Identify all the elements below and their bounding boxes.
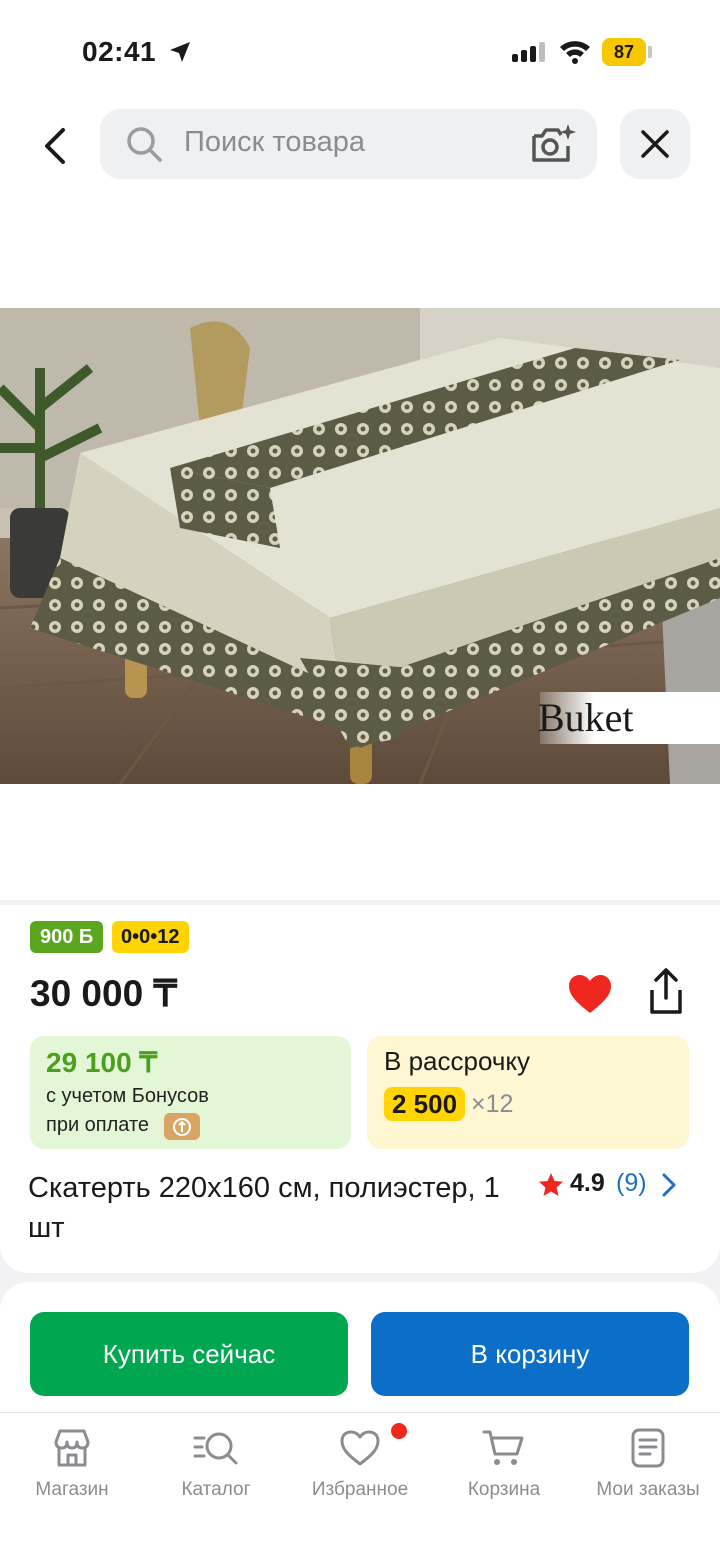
heart-outline-icon <box>340 1430 380 1466</box>
favorite-heart-icon[interactable] <box>566 970 614 1018</box>
rating-value: 4.9 <box>570 1169 605 1197</box>
bonus-note-line1: с учетом Бонусов <box>46 1085 209 1107</box>
tab-store-label: Магазин <box>35 1479 109 1500</box>
close-button[interactable] <box>620 109 690 179</box>
bonus-price: 29 100 ₸ <box>46 1047 158 1078</box>
battery-tip <box>648 46 652 58</box>
battery-indicator: 87 <box>602 38 646 66</box>
chevron-right-icon[interactable] <box>660 1172 678 1198</box>
orders-icon <box>631 1428 665 1468</box>
tab-catalog[interactable]: Каталог <box>144 1424 288 1514</box>
status-time: 02:41 <box>82 36 157 67</box>
tab-store[interactable]: Магазин <box>0 1424 144 1514</box>
tabbar-divider <box>0 1412 720 1413</box>
store-icon <box>54 1429 90 1467</box>
wifi-icon <box>560 41 590 64</box>
tab-catalog-label: Каталог <box>181 1479 251 1500</box>
cart-icon <box>482 1430 524 1465</box>
tab-orders-label: Мои заказы <box>596 1479 700 1500</box>
camera-search-icon[interactable] <box>528 122 576 166</box>
reviews-count[interactable]: (9) <box>616 1169 647 1198</box>
close-icon <box>641 130 669 158</box>
product-title: Скатерть 220x160 см, полиэстер, 1 шт <box>28 1172 500 1244</box>
buy-now-button[interactable]: Купить сейчас <box>30 1312 348 1396</box>
search-placeholder: Поиск товара <box>184 126 365 158</box>
search-icon <box>127 127 162 162</box>
installment-months: ×12 <box>471 1090 514 1118</box>
installment-title: В рассрочку <box>384 1046 531 1076</box>
tab-orders[interactable]: Мои заказы <box>576 1424 720 1514</box>
product-price: 30 000 ₸ <box>30 973 177 1014</box>
image-caption: Buket <box>538 695 634 740</box>
favorites-notification-dot <box>391 1423 407 1439</box>
tab-favorites[interactable]: Избранное <box>288 1424 432 1514</box>
installment-amount: 2 500 <box>384 1087 466 1121</box>
tab-cart[interactable]: Корзина <box>432 1424 576 1514</box>
tab-cart-label: Корзина <box>467 1479 541 1500</box>
star-icon <box>539 1173 563 1196</box>
signal-icon <box>512 42 545 62</box>
back-button[interactable] <box>28 118 84 174</box>
share-icon[interactable] <box>642 966 690 1018</box>
location-arrow-icon <box>170 42 190 62</box>
installment-badge: 0•0•12 <box>112 921 189 953</box>
chevron-left-icon <box>45 128 65 164</box>
tab-favorites-label: Избранное <box>311 1479 409 1500</box>
catalog-search-icon <box>193 1432 238 1465</box>
bonus-note-line2: при оплате <box>46 1114 150 1136</box>
bonus-badge: 900 Б <box>30 921 104 953</box>
payment-method-icon <box>164 1113 200 1140</box>
add-to-cart-button[interactable]: В корзину <box>371 1312 689 1396</box>
